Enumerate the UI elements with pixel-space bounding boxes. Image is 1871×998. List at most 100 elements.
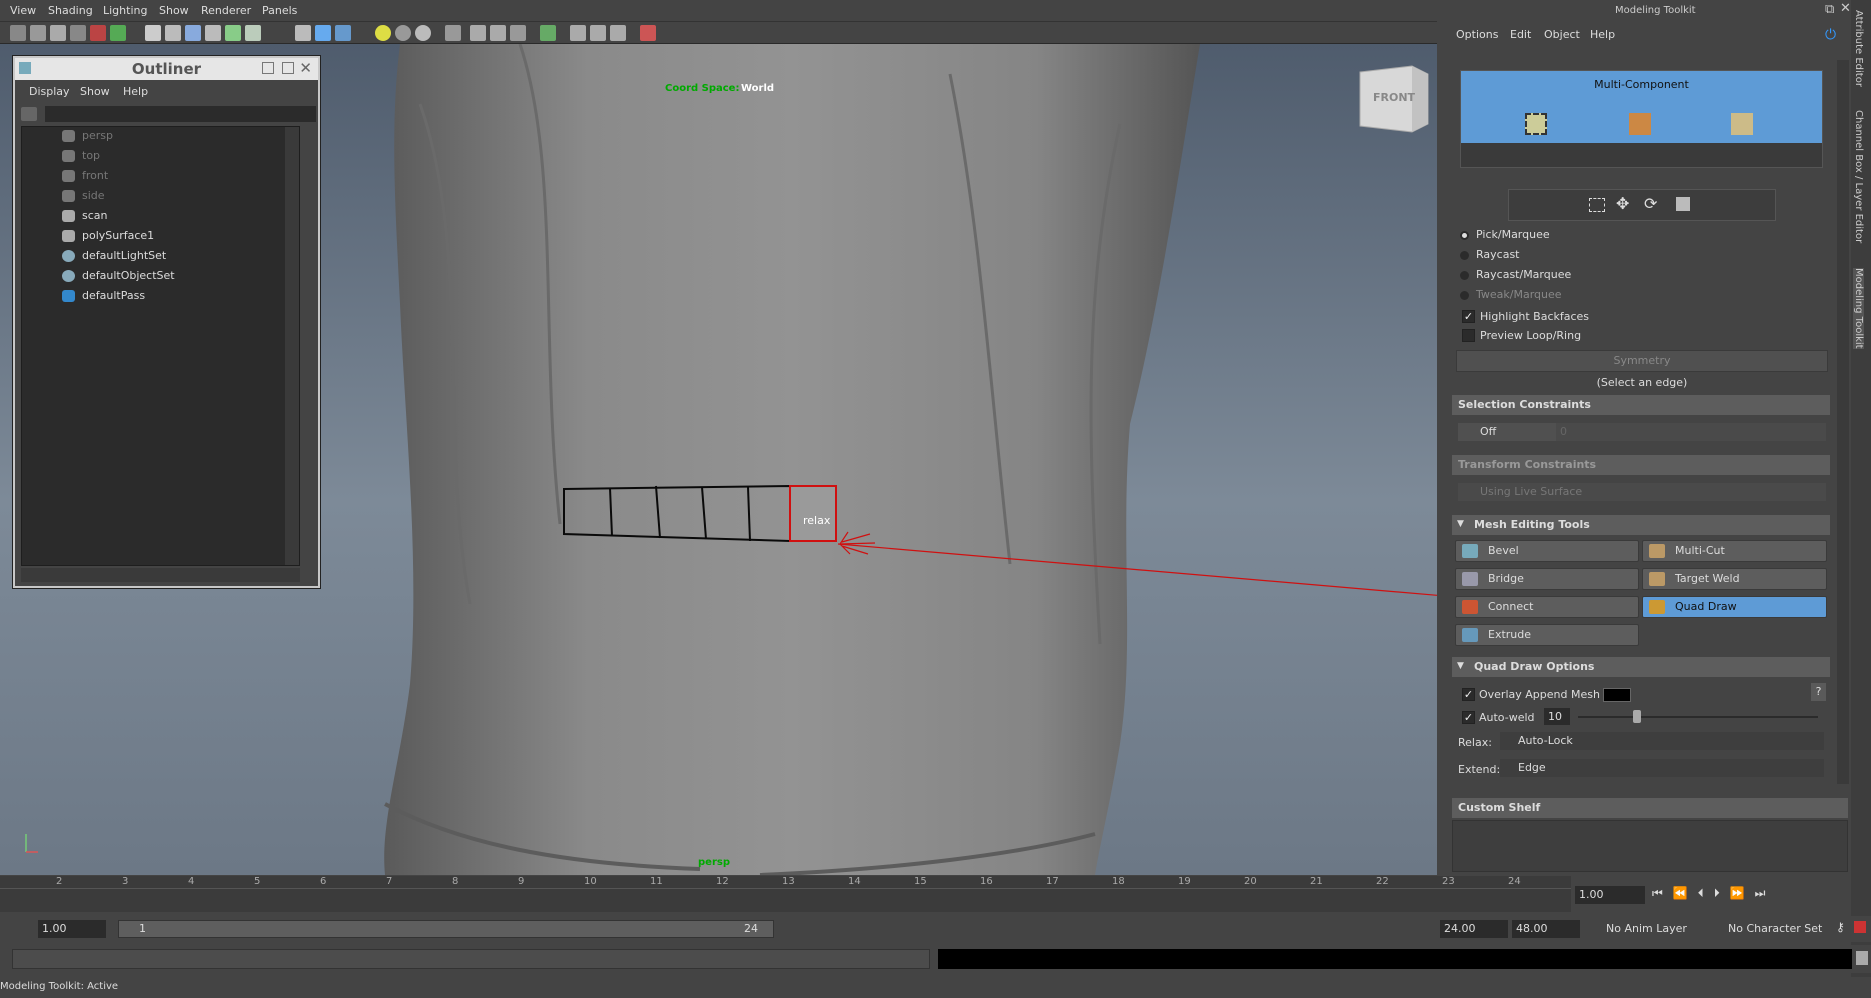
outliner-hscrollbar[interactable] <box>21 568 300 582</box>
outliner-search-input[interactable] <box>45 106 316 122</box>
tab-modeling-toolkit[interactable]: Modeling Toolkit <box>1853 268 1864 349</box>
xray-icon[interactable] <box>205 25 221 41</box>
custom-shelf-area[interactable] <box>1452 820 1848 872</box>
text-icon[interactable] <box>245 25 261 41</box>
tab-channel-box[interactable]: Channel Box / Layer Editor <box>1853 110 1864 243</box>
toolkit-menu-options[interactable]: Options <box>1456 28 1498 41</box>
power-icon[interactable]: ⏻ <box>1825 27 1836 43</box>
mode-raycast-marquee[interactable]: Raycast/Marquee <box>1460 268 1571 282</box>
sphere-icon[interactable] <box>395 25 411 41</box>
toolkit-menu-help[interactable]: Help <box>1590 28 1615 41</box>
time-slider[interactable]: 2 3 4 5 6 7 8 9 10 11 12 13 14 15 16 17 … <box>0 876 1571 912</box>
close-icon[interactable]: ✕ <box>299 57 312 79</box>
move-icon[interactable]: ✥ <box>1616 194 1629 213</box>
preview-loop-checkbox[interactable] <box>1462 329 1475 342</box>
film-gate-icon[interactable] <box>110 25 126 41</box>
edge-mode-icon[interactable] <box>1629 113 1651 135</box>
bevel-button[interactable]: Bevel <box>1455 540 1639 562</box>
range-end-field[interactable]: 24.00 <box>1440 920 1508 938</box>
outliner-menu-help[interactable]: Help <box>123 85 148 98</box>
multi-cut-button[interactable]: Multi-Cut <box>1642 540 1827 562</box>
wireframe-icon[interactable] <box>145 25 161 41</box>
selection-constraint-value[interactable]: 0 <box>1556 423 1826 441</box>
transform-constraints-header[interactable]: Transform Constraints <box>1452 455 1830 475</box>
light-icon[interactable] <box>375 25 391 41</box>
ao-icon[interactable] <box>445 25 461 41</box>
command-input[interactable] <box>12 949 930 969</box>
overlay-color-swatch[interactable] <box>1603 688 1631 702</box>
filter-icon[interactable] <box>21 107 37 121</box>
menu-shading[interactable]: Shading <box>48 4 93 17</box>
collapse-arrow-icon[interactable]: ▼ <box>1457 661 1464 671</box>
anim-layer-dropdown[interactable]: No Anim Layer <box>1606 922 1687 935</box>
menu-lighting[interactable]: Lighting <box>103 4 147 17</box>
tab-attribute-editor[interactable]: Attribute Editor <box>1853 10 1864 87</box>
highlight-backfaces-checkbox[interactable]: ✓ <box>1462 310 1475 323</box>
mode-pick-marquee[interactable]: Pick/Marquee <box>1460 228 1550 242</box>
float-icon[interactable]: ⧉ <box>1825 2 1834 17</box>
key-icon[interactable]: ⚷ <box>1836 920 1845 934</box>
menu-renderer[interactable]: Renderer <box>201 4 251 17</box>
outliner-vscrollbar[interactable] <box>285 127 299 565</box>
extrude-button[interactable]: Extrude <box>1455 624 1639 646</box>
smooth-shade-icon[interactable] <box>165 25 181 41</box>
script-icon[interactable] <box>640 25 656 41</box>
character-set-dropdown[interactable]: No Character Set <box>1728 922 1822 935</box>
panel-scrollbar[interactable] <box>1837 60 1849 784</box>
cube-icon[interactable] <box>295 25 311 41</box>
playback-controls[interactable]: ⏮⏪⏴⏵⏩⏭ <box>1652 886 1775 901</box>
scan-mesh[interactable] <box>384 44 1200 875</box>
mesh-editing-header[interactable]: Mesh Editing Tools <box>1452 515 1830 535</box>
toolkit-menu-edit[interactable]: Edit <box>1510 28 1531 41</box>
range-slider[interactable]: 1 24 <box>118 920 774 938</box>
close-panel-icon[interactable]: ✕ <box>1840 1 1851 16</box>
dof-icon[interactable] <box>510 25 526 41</box>
sphere-lit-icon[interactable] <box>415 25 431 41</box>
script-editor-icon[interactable] <box>1856 951 1868 965</box>
vertex-mode-icon[interactable] <box>1525 113 1547 135</box>
outliner-menu-show[interactable]: Show <box>80 85 110 98</box>
slider-handle[interactable] <box>1633 710 1641 723</box>
lit-cube-icon[interactable] <box>335 25 351 41</box>
grid-toggle-icon[interactable] <box>90 25 106 41</box>
help-button[interactable]: ? <box>1811 683 1826 701</box>
camera-attr-icon[interactable] <box>30 25 46 41</box>
target-weld-button[interactable]: Target Weld <box>1642 568 1827 590</box>
bridge-button[interactable]: Bridge <box>1455 568 1639 590</box>
textures-icon[interactable] <box>225 25 241 41</box>
maximize-icon[interactable] <box>282 62 294 74</box>
connect-button[interactable]: Connect <box>1455 596 1639 618</box>
auto-weld-checkbox[interactable]: ✓ <box>1462 711 1475 724</box>
toolkit-menu-object[interactable]: Object <box>1544 28 1580 41</box>
outliner-list[interactable]: persp top front side scan polySurface1 d… <box>21 126 300 566</box>
menu-panels[interactable]: Panels <box>262 4 297 17</box>
playback-end-field[interactable]: 48.00 <box>1512 920 1580 938</box>
auto-key-icon[interactable] <box>1854 921 1866 933</box>
auto-weld-value[interactable]: 10 <box>1544 708 1570 725</box>
current-time-field[interactable]: 1.00 <box>1575 886 1645 904</box>
layout-icon[interactable] <box>590 25 606 41</box>
hud-icon[interactable] <box>570 25 586 41</box>
shuffle-icon[interactable] <box>610 25 626 41</box>
shadows-icon[interactable] <box>185 25 201 41</box>
collapse-arrow-icon[interactable]: ▼ <box>1457 519 1464 529</box>
range-start-field[interactable]: 1.00 <box>38 920 106 938</box>
bookmark-icon[interactable] <box>50 25 66 41</box>
outliner-window[interactable]: Outliner ✕ Display Show Help persp top f… <box>13 56 320 588</box>
quad-draw-options-header[interactable]: Quad Draw Options <box>1452 657 1830 677</box>
extend-dropdown[interactable]: Edge <box>1500 759 1824 777</box>
aa-icon[interactable] <box>490 25 506 41</box>
mode-tweak-marquee[interactable]: Tweak/Marquee <box>1460 288 1562 302</box>
outliner-titlebar[interactable]: Outliner ✕ <box>15 58 318 80</box>
isolate-icon[interactable] <box>540 25 556 41</box>
quad-draw-button[interactable]: Quad Draw <box>1642 596 1827 618</box>
custom-shelf-header[interactable]: Custom Shelf <box>1452 798 1848 818</box>
scale-icon[interactable] <box>1676 197 1690 211</box>
minimize-icon[interactable] <box>262 62 274 74</box>
menu-show[interactable]: Show <box>159 4 189 17</box>
auto-weld-slider[interactable] <box>1578 716 1818 718</box>
face-mode-icon[interactable] <box>1731 113 1753 135</box>
camera-select-icon[interactable] <box>10 25 26 41</box>
rotate-icon[interactable]: ⟳ <box>1644 194 1657 213</box>
image-plane-icon[interactable] <box>70 25 86 41</box>
